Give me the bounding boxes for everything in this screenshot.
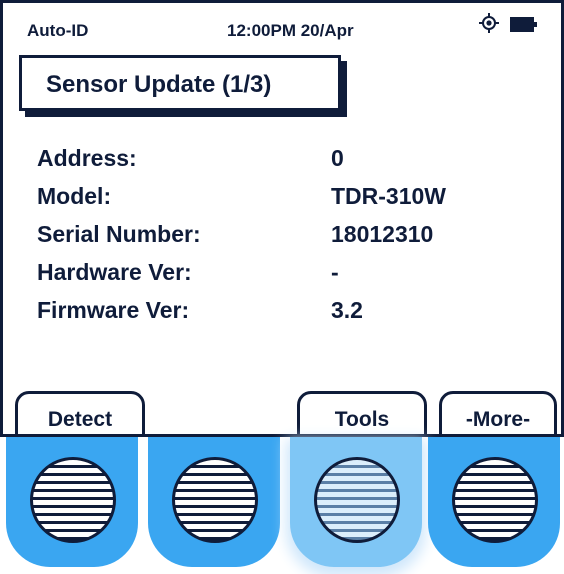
serial-number-label: Serial Number: <box>37 221 201 247</box>
model-value: TDR-310W <box>331 183 447 209</box>
address-label: Address: <box>37 145 137 171</box>
speaker-grille-icon <box>452 457 538 543</box>
softkey-tools-label: Tools <box>334 408 390 431</box>
speaker-grille-icon <box>30 457 116 543</box>
hardware-key-2[interactable] <box>148 437 280 567</box>
hardware-key-row <box>0 437 564 574</box>
title-box: Sensor Update (1/3) <box>19 55 341 111</box>
address-value: 0 <box>331 145 344 171</box>
hardware-key-4[interactable] <box>428 437 560 567</box>
softkey-more-label: -More- <box>465 408 531 431</box>
softkey-detect-label: Detect <box>47 408 113 431</box>
status-bar: Auto-ID 12:00PM 20/Apr <box>3 3 561 43</box>
softkey-more[interactable]: -More- <box>439 391 557 434</box>
hardware-key-1[interactable] <box>6 437 138 567</box>
gps-icon <box>479 13 499 33</box>
softkey-detect[interactable]: Detect <box>15 391 145 434</box>
firmware-ver-value: 3.2 <box>331 297 363 323</box>
hardware-ver-label: Hardware Ver: <box>37 259 192 285</box>
page-title: Sensor Update (1/3) <box>46 71 272 98</box>
device-screen: Auto-ID 12:00PM 20/Apr Sensor Update (1/… <box>0 0 564 437</box>
status-datetime: 12:00PM 20/Apr <box>227 21 354 40</box>
speaker-grille-icon <box>314 457 400 543</box>
status-mode: Auto-ID <box>27 21 89 40</box>
model-label: Model: <box>37 183 112 209</box>
serial-number-value: 18012310 <box>331 221 434 247</box>
battery-icon <box>510 17 537 32</box>
hardware-ver-value: - <box>331 259 339 285</box>
softkey-tools[interactable]: Tools <box>297 391 427 434</box>
speaker-grille-icon <box>172 457 258 543</box>
hardware-key-3[interactable] <box>290 437 422 567</box>
firmware-ver-label: Firmware Ver: <box>37 297 190 323</box>
